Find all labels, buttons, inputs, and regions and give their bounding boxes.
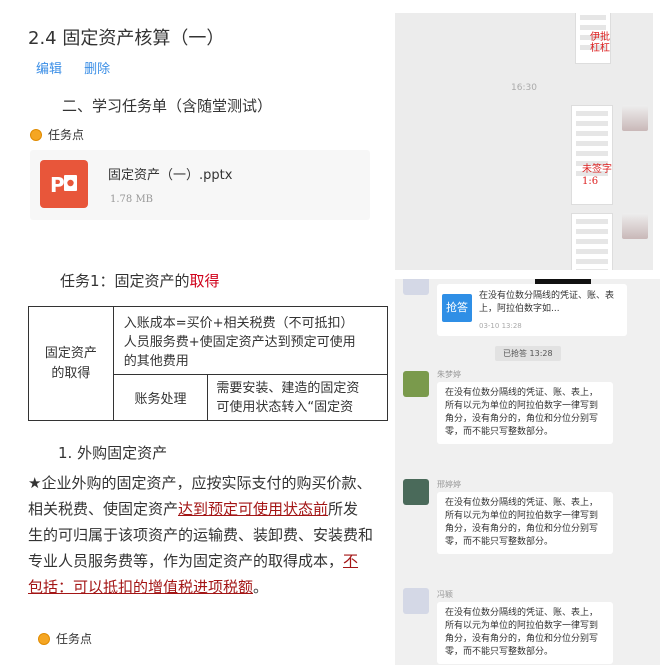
subheading-purchase: 1. 外购固定资产 xyxy=(58,444,168,462)
chat-time: 16:30 xyxy=(511,83,537,93)
image-message-1[interactable]: 伊批 杠杠 xyxy=(575,13,611,64)
class-chat-panel: 抢答 在没有位数分隔线的凭证、账、表上，阿拉伯数字如... 03-10 13:2… xyxy=(395,279,660,665)
task-point-badge: 任务点 xyxy=(30,126,84,143)
file-attachment-card[interactable]: P 固定资产（一）.pptx 1.78 MB xyxy=(30,150,370,220)
avatar xyxy=(403,588,429,614)
quiz-card-text: 在没有位数分隔线的凭证、账、表上，阿拉伯数字如... xyxy=(479,291,615,314)
handwriting-2: 未签字 1:6 xyxy=(582,164,612,187)
task-point-badge-2: 任务点 xyxy=(38,630,92,647)
message-sender: 冯颖 xyxy=(437,590,453,599)
task1-highlight: 取得 xyxy=(189,272,220,290)
file-size: 1.78 MB xyxy=(110,194,154,205)
para-end: 。 xyxy=(253,578,269,596)
answered-time-pill: 已抢答 13:28 xyxy=(495,346,561,361)
image-message-2[interactable]: 未签字 1:6 xyxy=(571,105,613,205)
section-title: 二、学习任务单（含随堂测试） xyxy=(62,97,273,115)
message-bubble: 在没有位数分隔线的凭证、账、表上，所有以元为单位的阿拉伯数字一律写到角分，没有角… xyxy=(437,492,613,554)
task1-heading: 任务1：固定资产的取得 xyxy=(60,270,220,291)
table-left-header: 固定资产的取得 xyxy=(28,306,114,421)
message-bubble: 在没有位数分隔线的凭证、账、表上，所有以元为单位的阿拉伯数字一律写到角分，没有角… xyxy=(437,602,613,664)
avatar xyxy=(403,479,429,505)
table-cost-line3: 的其他费用 xyxy=(123,353,189,369)
quiz-card-time: 03-10 13:28 xyxy=(479,322,522,330)
answer-button[interactable]: 抢答 xyxy=(442,294,472,322)
message-sender: 邢婷婷 xyxy=(437,480,461,489)
task-point-label-2: 任务点 xyxy=(56,632,93,646)
user-avatar xyxy=(622,213,648,239)
table-cost-line2: 人员服务费+使固定资产达到预定可使用 xyxy=(123,334,356,350)
fixed-asset-acquisition-table: 固定资产的取得 入账成本=买价+相关税费（不可抵扣） 人员服务费+使固定资产达到… xyxy=(28,306,388,421)
title-actions: 编辑 删除 xyxy=(36,58,128,77)
file-name: 固定资产（一）.pptx xyxy=(108,168,233,183)
chat-screenshot-panel: 伊批 杠杠 16:30 未签字 1:6 xyxy=(395,13,653,270)
handwriting-1: 伊批 杠杠 xyxy=(590,32,610,54)
course-content-panel: 2.4 固定资产核算（一） 编辑 删除 二、学习任务单（含随堂测试） 任务点 P… xyxy=(0,0,388,665)
avatar xyxy=(403,279,429,295)
table-accounting-line2: 可使用状态转入“固定资 xyxy=(216,399,354,415)
svg-text:P: P xyxy=(50,173,65,197)
message-bubble: 在没有位数分隔线的凭证、账、表上，所有以元为单位的阿拉伯数字一律写到角分，没有角… xyxy=(437,382,613,444)
task1-prefix: 任务1：固定资产的 xyxy=(60,272,190,290)
edit-link[interactable]: 编辑 xyxy=(36,62,62,77)
task-point-dot-icon xyxy=(30,128,42,141)
page-title: 2.4 固定资产核算（一） xyxy=(28,28,225,49)
delete-link[interactable]: 删除 xyxy=(84,62,110,77)
task-point-label: 任务点 xyxy=(48,128,85,142)
table-cost-cell: 入账成本=买价+相关税费（不可抵扣） 人员服务费+使固定资产达到预定可使用 的其… xyxy=(112,306,388,375)
table-accounting-cell: 需要安装、建造的固定资 可使用状态转入“固定资 xyxy=(207,374,388,421)
table-cost-line1: 入账成本=买价+相关税费（不可抵扣） xyxy=(123,315,354,331)
task-point-dot-icon xyxy=(38,632,50,645)
table-accounting-line1: 需要安装、建造的固定资 xyxy=(216,380,360,396)
avatar xyxy=(403,371,429,397)
purchase-paragraph: ★企业外购的固定资产，应按实际支付的购买价款、相关税费、使固定资产达到预定可使用… xyxy=(28,470,373,600)
para-underline1: 达到预定可使用状态前 xyxy=(178,500,329,518)
quiz-card[interactable]: 抢答 在没有位数分隔线的凭证、账、表上，阿拉伯数字如... 03-10 13:2… xyxy=(437,284,627,336)
table-accounting-label: 账务处理 xyxy=(112,374,209,421)
user-avatar xyxy=(622,105,648,131)
message-sender: 朱梦婷 xyxy=(437,370,461,379)
ppt-file-icon: P xyxy=(40,160,88,208)
image-message-3[interactable] xyxy=(571,213,613,270)
table-left-header-text: 固定资产的取得 xyxy=(44,345,97,381)
